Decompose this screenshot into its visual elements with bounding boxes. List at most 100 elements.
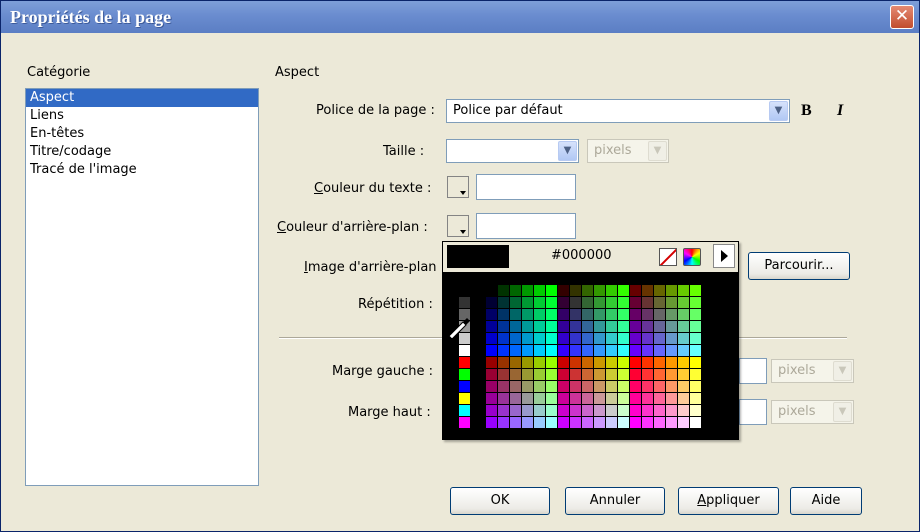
color-swatch[interactable] xyxy=(666,297,677,308)
color-swatch[interactable] xyxy=(606,345,617,356)
category-item-title-encoding[interactable]: Titre/codage xyxy=(26,143,258,161)
text-color-input[interactable] xyxy=(476,174,576,200)
color-swatch[interactable] xyxy=(510,345,521,356)
color-swatch[interactable] xyxy=(594,357,605,368)
color-swatch[interactable] xyxy=(522,321,533,332)
color-swatch[interactable] xyxy=(570,297,581,308)
color-swatch[interactable] xyxy=(666,333,677,344)
color-swatch[interactable] xyxy=(630,393,641,404)
color-swatch[interactable] xyxy=(630,369,641,380)
color-swatch[interactable] xyxy=(642,333,653,344)
color-swatch[interactable] xyxy=(498,357,509,368)
category-item-tracing-image[interactable]: Tracé de l'image xyxy=(26,161,258,179)
color-swatch[interactable] xyxy=(498,405,509,416)
color-swatch[interactable] xyxy=(558,357,569,368)
color-swatch[interactable] xyxy=(558,345,569,356)
color-swatch[interactable] xyxy=(459,333,470,344)
color-swatch[interactable] xyxy=(678,381,689,392)
color-swatch[interactable] xyxy=(486,321,497,332)
color-swatch[interactable] xyxy=(558,405,569,416)
color-swatch[interactable] xyxy=(654,405,665,416)
color-swatch[interactable] xyxy=(486,309,497,320)
color-swatch[interactable] xyxy=(582,285,593,296)
color-swatch[interactable] xyxy=(654,369,665,380)
color-swatch[interactable] xyxy=(546,357,557,368)
color-swatch[interactable] xyxy=(534,297,545,308)
color-swatch[interactable] xyxy=(510,285,521,296)
color-swatch[interactable] xyxy=(558,417,569,428)
color-swatch[interactable] xyxy=(630,417,641,428)
color-swatch[interactable] xyxy=(582,393,593,404)
color-swatch[interactable] xyxy=(606,285,617,296)
color-swatch[interactable] xyxy=(666,417,677,428)
top-margin-unit-select[interactable]: pixels ▼ xyxy=(771,400,854,424)
size-unit-select[interactable]: pixels ▼ xyxy=(587,139,669,163)
color-swatch[interactable] xyxy=(678,309,689,320)
color-swatch[interactable] xyxy=(594,405,605,416)
color-swatch[interactable] xyxy=(459,381,470,392)
color-swatch[interactable] xyxy=(690,357,701,368)
color-swatch[interactable] xyxy=(570,381,581,392)
color-swatch[interactable] xyxy=(654,321,665,332)
ok-button[interactable]: OK xyxy=(450,487,550,515)
color-swatch[interactable] xyxy=(486,369,497,380)
no-color-icon[interactable] xyxy=(659,248,677,266)
color-swatch[interactable] xyxy=(654,309,665,320)
color-swatch[interactable] xyxy=(594,297,605,308)
color-swatch[interactable] xyxy=(606,357,617,368)
color-swatch[interactable] xyxy=(558,297,569,308)
color-swatch[interactable] xyxy=(654,381,665,392)
color-swatch[interactable] xyxy=(522,309,533,320)
bold-button[interactable]: B xyxy=(801,102,812,120)
color-swatch[interactable] xyxy=(678,393,689,404)
color-swatch[interactable] xyxy=(498,345,509,356)
color-swatch[interactable] xyxy=(546,333,557,344)
color-swatch[interactable] xyxy=(642,369,653,380)
color-swatch[interactable] xyxy=(498,381,509,392)
color-swatch[interactable] xyxy=(498,417,509,428)
color-swatch[interactable] xyxy=(522,345,533,356)
color-swatch[interactable] xyxy=(570,357,581,368)
color-swatch[interactable] xyxy=(606,297,617,308)
color-swatch[interactable] xyxy=(618,393,629,404)
color-swatch[interactable] xyxy=(606,417,617,428)
color-swatch[interactable] xyxy=(582,381,593,392)
color-swatch[interactable] xyxy=(594,345,605,356)
left-margin-unit-select[interactable]: pixels ▼ xyxy=(771,359,854,383)
color-swatch[interactable] xyxy=(486,405,497,416)
color-swatch[interactable] xyxy=(690,297,701,308)
category-list[interactable]: Aspect Liens En-têtes Titre/codage Tracé… xyxy=(25,88,259,486)
color-swatch[interactable] xyxy=(570,333,581,344)
color-swatch[interactable] xyxy=(459,393,470,404)
color-swatch[interactable] xyxy=(570,393,581,404)
help-button[interactable]: Aide xyxy=(790,487,862,515)
color-swatch[interactable] xyxy=(618,405,629,416)
color-swatch[interactable] xyxy=(618,345,629,356)
color-swatch[interactable] xyxy=(510,309,521,320)
size-select[interactable]: ▼ xyxy=(446,139,579,163)
color-swatch[interactable] xyxy=(642,417,653,428)
color-swatch[interactable] xyxy=(582,417,593,428)
color-swatch[interactable] xyxy=(594,285,605,296)
color-swatch[interactable] xyxy=(666,393,677,404)
color-swatch[interactable] xyxy=(570,285,581,296)
color-swatch[interactable] xyxy=(678,369,689,380)
color-swatch[interactable] xyxy=(534,333,545,344)
color-swatch[interactable] xyxy=(534,357,545,368)
bg-color-swatch[interactable] xyxy=(447,215,469,237)
color-swatch[interactable] xyxy=(618,381,629,392)
color-swatch[interactable] xyxy=(678,357,689,368)
color-swatch[interactable] xyxy=(606,321,617,332)
color-swatch[interactable] xyxy=(498,285,509,296)
color-swatch[interactable] xyxy=(459,345,470,356)
color-swatch[interactable] xyxy=(498,297,509,308)
color-swatch[interactable] xyxy=(630,309,641,320)
color-swatch[interactable] xyxy=(546,285,557,296)
color-swatch[interactable] xyxy=(606,309,617,320)
color-swatch[interactable] xyxy=(510,405,521,416)
color-swatch[interactable] xyxy=(594,309,605,320)
color-swatch[interactable] xyxy=(666,369,677,380)
color-swatch[interactable] xyxy=(459,405,470,416)
color-swatch[interactable] xyxy=(582,357,593,368)
color-swatch[interactable] xyxy=(666,321,677,332)
